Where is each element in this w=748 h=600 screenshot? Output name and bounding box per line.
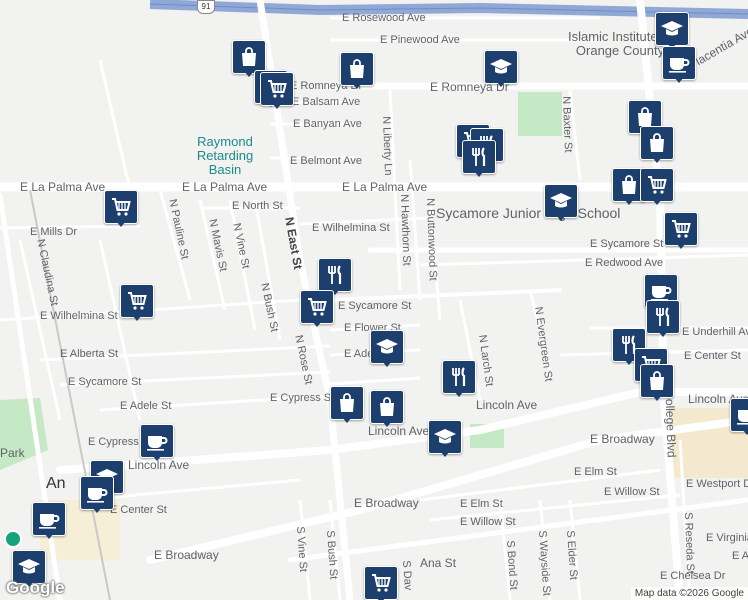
map-marker-bag[interactable] — [330, 386, 364, 424]
shopping-bag-icon — [370, 390, 404, 424]
map-marker-cup[interactable] — [80, 476, 114, 514]
map-marker-grad[interactable] — [544, 184, 578, 222]
park-area — [518, 92, 562, 136]
coffee-cup-icon — [80, 476, 114, 510]
cart-icon — [260, 72, 294, 106]
fork-knife-icon — [318, 258, 352, 292]
map-marker-bag[interactable] — [640, 126, 674, 164]
shopping-bag-icon — [330, 386, 364, 420]
coffee-cup-icon — [662, 46, 696, 80]
cart-icon — [104, 190, 138, 224]
coffee-cup-icon — [32, 502, 66, 536]
map-marker-cup[interactable] — [140, 424, 174, 462]
shopping-bag-icon — [640, 126, 674, 160]
shopping-bag-icon — [232, 40, 266, 74]
map-marker-fork[interactable] — [442, 360, 476, 398]
map-marker-bag[interactable] — [640, 364, 674, 402]
graduation-cap-icon — [428, 420, 462, 454]
place-label-basin: Raymond Retarding Basin — [196, 134, 254, 177]
shopping-bag-icon — [640, 364, 674, 398]
fork-knife-icon — [646, 300, 680, 334]
map-marker-grad[interactable] — [655, 12, 689, 50]
graduation-cap-icon — [544, 184, 578, 218]
map-canvas[interactable]: 91 E Rosewood Ave E Pinewood Ave E Romne… — [0, 0, 748, 600]
map-marker-fork[interactable] — [462, 140, 496, 178]
map-attribution: Map data ©2026 Google — [630, 587, 748, 600]
map-marker-grad[interactable] — [370, 330, 404, 368]
map-marker-cart[interactable] — [664, 212, 698, 250]
map-marker-grad[interactable] — [484, 50, 518, 88]
map-marker-cart[interactable] — [120, 284, 154, 322]
route-91-shield: 91 — [197, 0, 215, 14]
map-marker-grad[interactable] — [428, 420, 462, 458]
map-marker-fork[interactable] — [646, 300, 680, 338]
coffee-cup-icon — [140, 424, 174, 458]
cart-icon — [364, 566, 398, 600]
cart-icon — [640, 168, 674, 202]
cart-icon — [120, 284, 154, 318]
map-marker-cup[interactable] — [32, 502, 66, 540]
map-marker-bag[interactable] — [340, 52, 374, 90]
graduation-cap-icon — [370, 330, 404, 364]
place-marker[interactable] — [4, 530, 22, 548]
fork-knife-icon — [462, 140, 496, 174]
cart-icon — [664, 212, 698, 246]
map-marker-bag[interactable] — [370, 390, 404, 428]
graduation-cap-icon — [484, 50, 518, 84]
cart-icon — [300, 290, 334, 324]
fork-knife-icon — [442, 360, 476, 394]
map-marker-cart[interactable] — [300, 290, 334, 328]
map-marker-cup[interactable] — [662, 46, 696, 84]
coffee-cup-icon — [730, 398, 748, 432]
map-marker-cart[interactable] — [104, 190, 138, 228]
map-marker-cart[interactable] — [640, 168, 674, 206]
map-marker-cart[interactable] — [364, 566, 398, 600]
map-marker-cup[interactable] — [730, 398, 748, 436]
graduation-cap-icon — [655, 12, 689, 46]
road-sycamore — [328, 288, 562, 302]
shopping-bag-icon — [340, 52, 374, 86]
google-logo: Google — [6, 578, 65, 597]
map-marker-cart[interactable] — [260, 72, 294, 110]
